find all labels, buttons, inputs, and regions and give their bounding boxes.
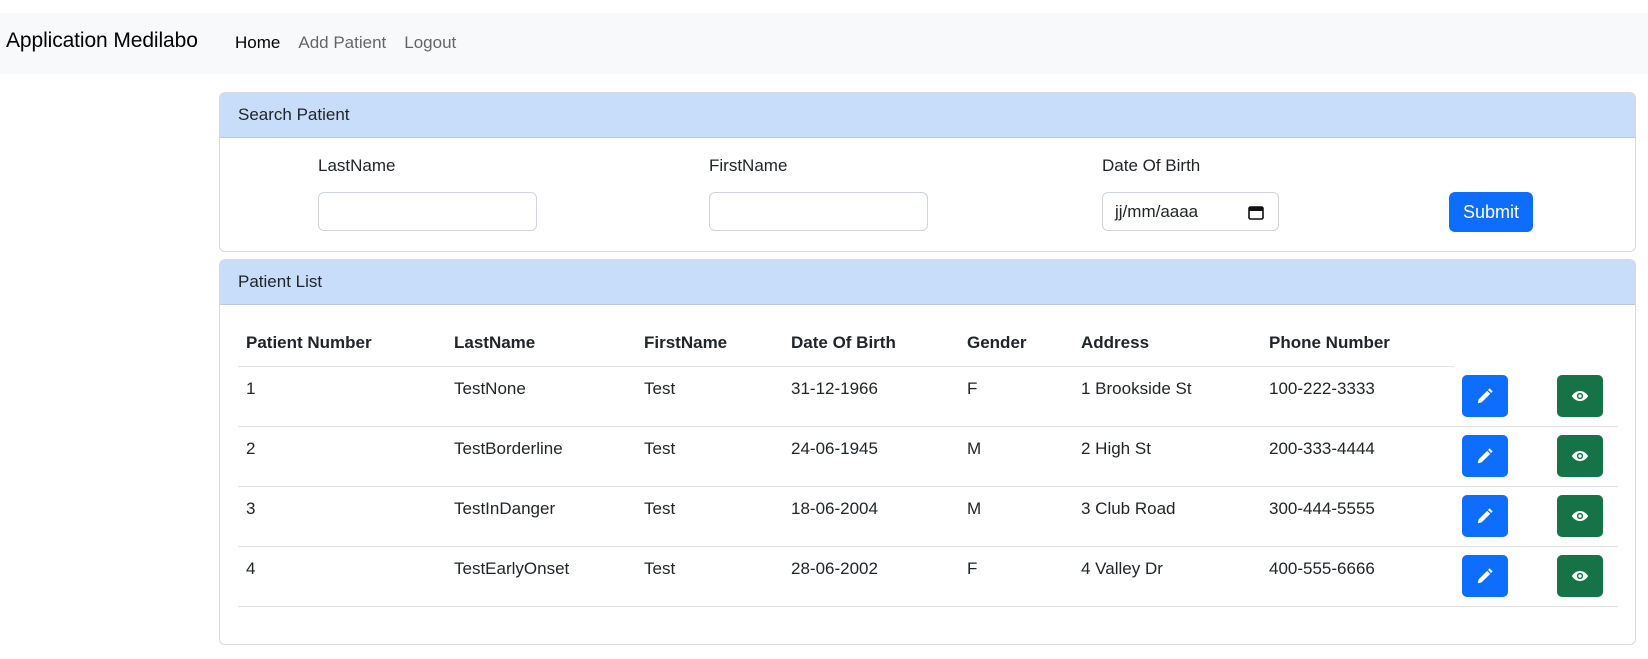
cell-firstname: Test bbox=[636, 486, 783, 547]
column-header-view bbox=[1549, 320, 1618, 367]
eye-icon bbox=[1571, 450, 1589, 462]
cell-patient-number: 4 bbox=[238, 546, 446, 607]
column-header-patient-number: Patient Number bbox=[238, 320, 446, 367]
cell-view bbox=[1549, 426, 1618, 487]
submit-button[interactable]: Submit bbox=[1449, 192, 1533, 232]
cell-dob: 24-06-1945 bbox=[783, 426, 959, 487]
column-header-lastname: LastName bbox=[446, 320, 636, 367]
cell-view bbox=[1549, 486, 1618, 547]
table-row: 2 TestBorderline Test 24-06-1945 M 2 Hig… bbox=[238, 426, 1618, 487]
cell-address: 2 High St bbox=[1073, 426, 1261, 487]
pencil-icon bbox=[1477, 448, 1493, 464]
firstname-input[interactable] bbox=[709, 192, 928, 231]
column-header-dob: Date Of Birth bbox=[783, 320, 959, 367]
nav-link-logout[interactable]: Logout bbox=[404, 33, 456, 53]
navbar: Application Medilabo Home Add Patient Lo… bbox=[0, 13, 1648, 74]
view-patient-button[interactable] bbox=[1557, 495, 1603, 537]
table-header-row: Patient Number LastName FirstName Date O… bbox=[238, 320, 1618, 367]
dob-input[interactable]: jj/mm/aaaa bbox=[1102, 192, 1279, 231]
column-header-gender: Gender bbox=[959, 320, 1073, 367]
patient-table: Patient Number LastName FirstName Date O… bbox=[238, 320, 1618, 607]
cell-edit bbox=[1454, 426, 1549, 487]
cell-firstname: Test bbox=[636, 366, 783, 427]
cell-lastname: TestEarlyOnset bbox=[446, 546, 636, 607]
pencil-icon bbox=[1477, 568, 1493, 584]
edit-patient-button[interactable] bbox=[1462, 435, 1508, 477]
brand-logo[interactable]: Application Medilabo bbox=[6, 29, 198, 53]
lastname-input[interactable] bbox=[318, 192, 537, 231]
eye-icon bbox=[1571, 390, 1589, 401]
cell-view bbox=[1549, 366, 1618, 427]
nav-link-home[interactable]: Home bbox=[235, 33, 280, 53]
cell-phone: 100-222-3333 bbox=[1261, 366, 1454, 427]
cell-dob: 18-06-2004 bbox=[783, 486, 959, 547]
lastname-label: LastName bbox=[318, 156, 396, 175]
pencil-icon bbox=[1477, 387, 1493, 403]
dob-placeholder: jj/mm/aaaa bbox=[1115, 202, 1199, 221]
nav-link-add-patient[interactable]: Add Patient bbox=[298, 33, 386, 53]
cell-edit bbox=[1454, 546, 1549, 607]
table-row: 4 TestEarlyOnset Test 28-06-2002 F 4 Val… bbox=[238, 546, 1618, 607]
table-row: 3 TestInDanger Test 18-06-2004 M 3 Club … bbox=[238, 486, 1618, 547]
eye-icon bbox=[1571, 510, 1589, 522]
edit-patient-button[interactable] bbox=[1462, 374, 1508, 417]
eye-icon bbox=[1571, 570, 1589, 582]
cell-address: 4 Valley Dr bbox=[1073, 546, 1261, 607]
cell-dob: 28-06-2002 bbox=[783, 546, 959, 607]
calendar-icon[interactable] bbox=[1248, 205, 1264, 220]
column-header-phone: Phone Number bbox=[1261, 320, 1454, 367]
column-header-edit bbox=[1454, 320, 1549, 367]
search-card-header: Search Patient bbox=[220, 93, 1635, 138]
cell-lastname: TestNone bbox=[446, 366, 636, 427]
view-patient-button[interactable] bbox=[1557, 374, 1603, 417]
cell-phone: 400-555-6666 bbox=[1261, 546, 1454, 607]
cell-address: 1 Brookside St bbox=[1073, 366, 1261, 427]
cell-firstname: Test bbox=[636, 426, 783, 487]
pencil-icon bbox=[1477, 508, 1493, 524]
cell-gender: F bbox=[959, 546, 1073, 607]
cell-gender: M bbox=[959, 426, 1073, 487]
cell-edit bbox=[1454, 366, 1549, 427]
cell-lastname: TestInDanger bbox=[446, 486, 636, 547]
edit-patient-button[interactable] bbox=[1462, 555, 1508, 597]
patient-list-header: Patient List bbox=[220, 260, 1635, 305]
cell-phone: 200-333-4444 bbox=[1261, 426, 1454, 487]
cell-gender: M bbox=[959, 486, 1073, 547]
cell-patient-number: 1 bbox=[238, 366, 446, 427]
dob-label: Date Of Birth bbox=[1102, 156, 1201, 175]
view-patient-button[interactable] bbox=[1557, 435, 1603, 477]
cell-patient-number: 2 bbox=[238, 426, 446, 487]
edit-patient-button[interactable] bbox=[1462, 495, 1508, 537]
firstname-label: FirstName bbox=[709, 156, 788, 175]
cell-dob: 31-12-1966 bbox=[783, 366, 959, 427]
cell-lastname: TestBorderline bbox=[446, 426, 636, 487]
cell-edit bbox=[1454, 486, 1549, 547]
cell-view bbox=[1549, 546, 1618, 607]
cell-firstname: Test bbox=[636, 546, 783, 607]
cell-address: 3 Club Road bbox=[1073, 486, 1261, 547]
nav-links: Home Add Patient Logout bbox=[235, 33, 474, 53]
table-row: 1 TestNone Test 31-12-1966 F 1 Brookside… bbox=[238, 366, 1618, 427]
patient-list-card: Patient List Patient Number LastName Fir… bbox=[219, 259, 1636, 645]
cell-phone: 300-444-5555 bbox=[1261, 486, 1454, 547]
column-header-address: Address bbox=[1073, 320, 1261, 367]
search-patient-card: Search Patient LastName FirstName Date O… bbox=[219, 92, 1636, 252]
view-patient-button[interactable] bbox=[1557, 555, 1603, 597]
cell-gender: F bbox=[959, 366, 1073, 427]
cell-patient-number: 3 bbox=[238, 486, 446, 547]
column-header-firstname: FirstName bbox=[636, 320, 783, 367]
